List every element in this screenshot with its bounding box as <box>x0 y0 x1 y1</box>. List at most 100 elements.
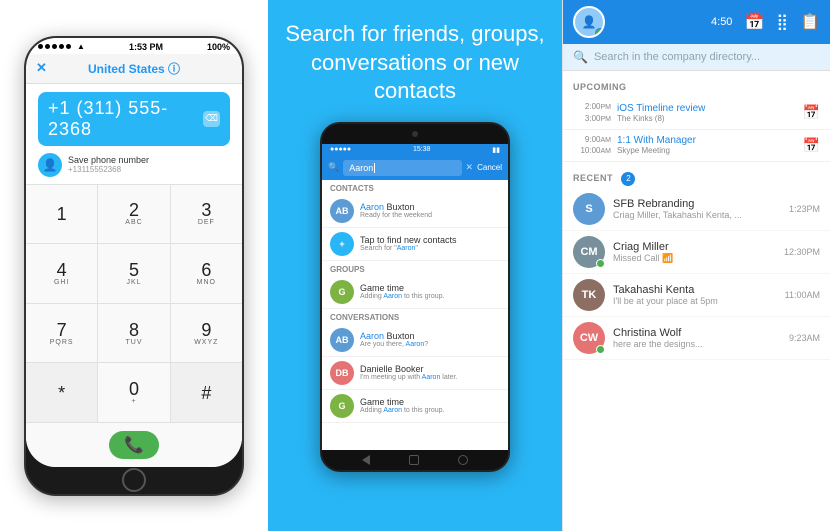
right-recent-label: RECENT <box>573 173 613 183</box>
android-item-name: Aaron Buxton <box>360 331 428 341</box>
ios-phone-number-text: +1 (311) 555-2368 <box>48 98 203 140</box>
ios-home-bar <box>26 467 242 493</box>
right-contact-item[interactable]: CM Criag Miller Missed Call 📶 12:30PM <box>563 231 830 274</box>
android-item-sub: I'm meeting up with Aaron later. <box>360 374 457 381</box>
right-status-bar-time: 4:50 <box>711 16 732 28</box>
right-event-sub-1: The Kinks (8) <box>617 114 797 123</box>
avatar: + <box>330 232 354 256</box>
middle-headline: Search for friends, groups, conversation… <box>278 20 552 106</box>
right-contact-item[interactable]: CW Christina Wolf here are the designs..… <box>563 317 830 360</box>
right-contact-time: 12:30PM <box>784 247 820 257</box>
right-event-calendar-icon-2: 📅 <box>803 137 820 154</box>
contacts-icon[interactable]: 📋 <box>800 12 820 32</box>
ios-status-bar: ▲ 1:53 PM 100% <box>26 38 242 54</box>
avatar-initials: CW <box>580 332 598 344</box>
key-star[interactable]: * <box>26 363 97 422</box>
android-home-button[interactable] <box>409 455 419 465</box>
key-7[interactable]: 7 PQRS <box>26 304 97 363</box>
list-item[interactable]: AB Aaron Buxton Ready for the weekend <box>322 195 508 228</box>
key-1[interactable]: 1 <box>26 185 97 244</box>
key-3[interactable]: 3 DEF <box>171 185 242 244</box>
ios-battery: 100% <box>207 42 230 52</box>
avatar: G <box>330 280 354 304</box>
android-section-conversations: Conversations <box>322 309 508 324</box>
android-item-name: Aaron Buxton <box>360 202 432 212</box>
ios-call-button[interactable]: 📞 <box>109 431 159 459</box>
ios-signal-dots: ▲ <box>38 42 85 51</box>
dot1 <box>38 44 43 49</box>
right-contact-time: 1:23PM <box>789 204 820 214</box>
android-bottom-nav <box>322 450 508 470</box>
key-6[interactable]: 6 MNO <box>171 244 242 303</box>
key-0-alpha: + <box>131 398 136 405</box>
key-8[interactable]: 8 TUV <box>98 304 169 363</box>
list-item[interactable]: + Tap to find new contacts Search for "A… <box>322 228 508 261</box>
calendar-icon[interactable]: 📅 <box>744 12 764 32</box>
right-event-end-2: 10:00AM <box>580 145 611 157</box>
key-0[interactable]: 0 + <box>98 363 169 422</box>
right-contact-info: Christina Wolf here are the designs... <box>613 327 781 349</box>
list-item[interactable]: G Game time Adding Aaron to this group. <box>322 390 508 423</box>
ios-save-contact-row[interactable]: 👤 Save phone number +13115552368 <box>38 150 230 180</box>
right-top-bar: 👤 4:50 📅 ⣿ 📋 <box>563 0 830 44</box>
android-search-bar: 🔍 Aaron ✕ Cancel <box>322 156 508 180</box>
right-event-item[interactable]: 2:00PM 3:00PM iOS Timeline review The Ki… <box>563 97 830 130</box>
list-item[interactable]: AB Aaron Buxton Are you there, Aaron? <box>322 324 508 357</box>
key-0-num: 0 <box>129 380 139 398</box>
right-upcoming-label: UPCOMING <box>573 82 627 92</box>
key-star-num: * <box>58 384 65 402</box>
key-9[interactable]: 9 WXYZ <box>171 304 242 363</box>
key-5-num: 5 <box>129 261 139 279</box>
ios-close-button[interactable]: ✕ <box>36 60 47 76</box>
right-contact-item[interactable]: S SFB Rebranding Criag Miller, Takahashi… <box>563 188 830 231</box>
android-cursor <box>374 163 375 173</box>
android-recents-button[interactable] <box>458 455 468 465</box>
right-search-icon: 🔍 <box>573 50 588 64</box>
android-section-groups: Groups <box>322 261 508 276</box>
right-contact-sub: Missed Call 📶 <box>613 253 776 264</box>
list-item[interactable]: G Game time Adding Aaron to this group. <box>322 276 508 309</box>
right-event-item[interactable]: 9:00AM 10:00AM 1:1 With Manager Skype Me… <box>563 130 830 163</box>
right-search-bar[interactable]: 🔍 Search in the company directory... <box>563 44 830 71</box>
android-item-text: Aaron Buxton Are you there, Aaron? <box>360 331 428 348</box>
key-hash[interactable]: # <box>171 363 242 422</box>
ios-phone: ▲ 1:53 PM 100% ✕ United States ⓘ +1 (311… <box>24 36 244 496</box>
grid-icon[interactable]: ⣿ <box>776 12 788 32</box>
ios-phone-input-area: +1 (311) 555-2368 ⌫ 👤 Save phone number … <box>26 84 242 184</box>
ios-call-button-row: 📞 <box>26 422 242 467</box>
ios-clear-button[interactable]: ⌫ <box>203 111 220 127</box>
android-list: Contacts AB Aaron Buxton Ready for the w… <box>322 180 508 450</box>
key-5[interactable]: 5 JKL <box>98 244 169 303</box>
right-user-avatar[interactable]: 👤 <box>573 6 605 38</box>
key-2[interactable]: 2 ABC <box>98 185 169 244</box>
android-screen: ●●●●● 15:38 ▮▮ 🔍 Aaron ✕ Cancel Contacts… <box>322 144 508 450</box>
android-item-sub: Search for "Aaron" <box>360 245 457 252</box>
key-4[interactable]: 4 GHI <box>26 244 97 303</box>
right-event-title-1: iOS Timeline review <box>617 103 797 114</box>
android-phone: ●●●●● 15:38 ▮▮ 🔍 Aaron ✕ Cancel Contacts… <box>320 122 510 472</box>
right-event-text-2: 1:1 With Manager Skype Meeting <box>617 135 797 155</box>
android-search-clear-button[interactable]: ✕ <box>466 162 474 173</box>
ios-home-button[interactable] <box>122 468 146 492</box>
key-4-num: 4 <box>57 261 67 279</box>
android-item-sub: Are you there, Aaron? <box>360 341 428 348</box>
android-signal-dots: ●●●●● <box>330 146 351 153</box>
left-panel: ▲ 1:53 PM 100% ✕ United States ⓘ +1 (311… <box>0 0 268 531</box>
key-2-alpha: ABC <box>125 219 142 226</box>
right-recent-section-header: RECENT 2 <box>563 162 830 188</box>
android-back-button[interactable] <box>362 455 370 465</box>
android-cancel-button[interactable]: Cancel <box>477 163 502 172</box>
ios-screen: ▲ 1:53 PM 100% ✕ United States ⓘ +1 (311… <box>26 38 242 468</box>
right-panel: 👤 4:50 📅 ⣿ 📋 🔍 Search in the company dir… <box>562 0 830 531</box>
list-item[interactable]: DB Danielle Booker I'm meeting up with A… <box>322 357 508 390</box>
android-section-contacts: Contacts <box>322 180 508 195</box>
android-search-input[interactable]: Aaron <box>343 160 461 176</box>
right-event-start-2: 9:00AM <box>585 134 611 146</box>
android-time: 15:38 <box>413 146 431 153</box>
ios-save-label: Save phone number <box>68 155 149 165</box>
android-status-bar: ●●●●● 15:38 ▮▮ <box>322 144 508 156</box>
key-3-num: 3 <box>201 201 211 219</box>
ios-nav-bar: ✕ United States ⓘ <box>26 54 242 84</box>
right-contact-item[interactable]: TK Takahashi Kenta I'll be at your place… <box>563 274 830 317</box>
key-4-alpha: GHI <box>54 279 69 286</box>
